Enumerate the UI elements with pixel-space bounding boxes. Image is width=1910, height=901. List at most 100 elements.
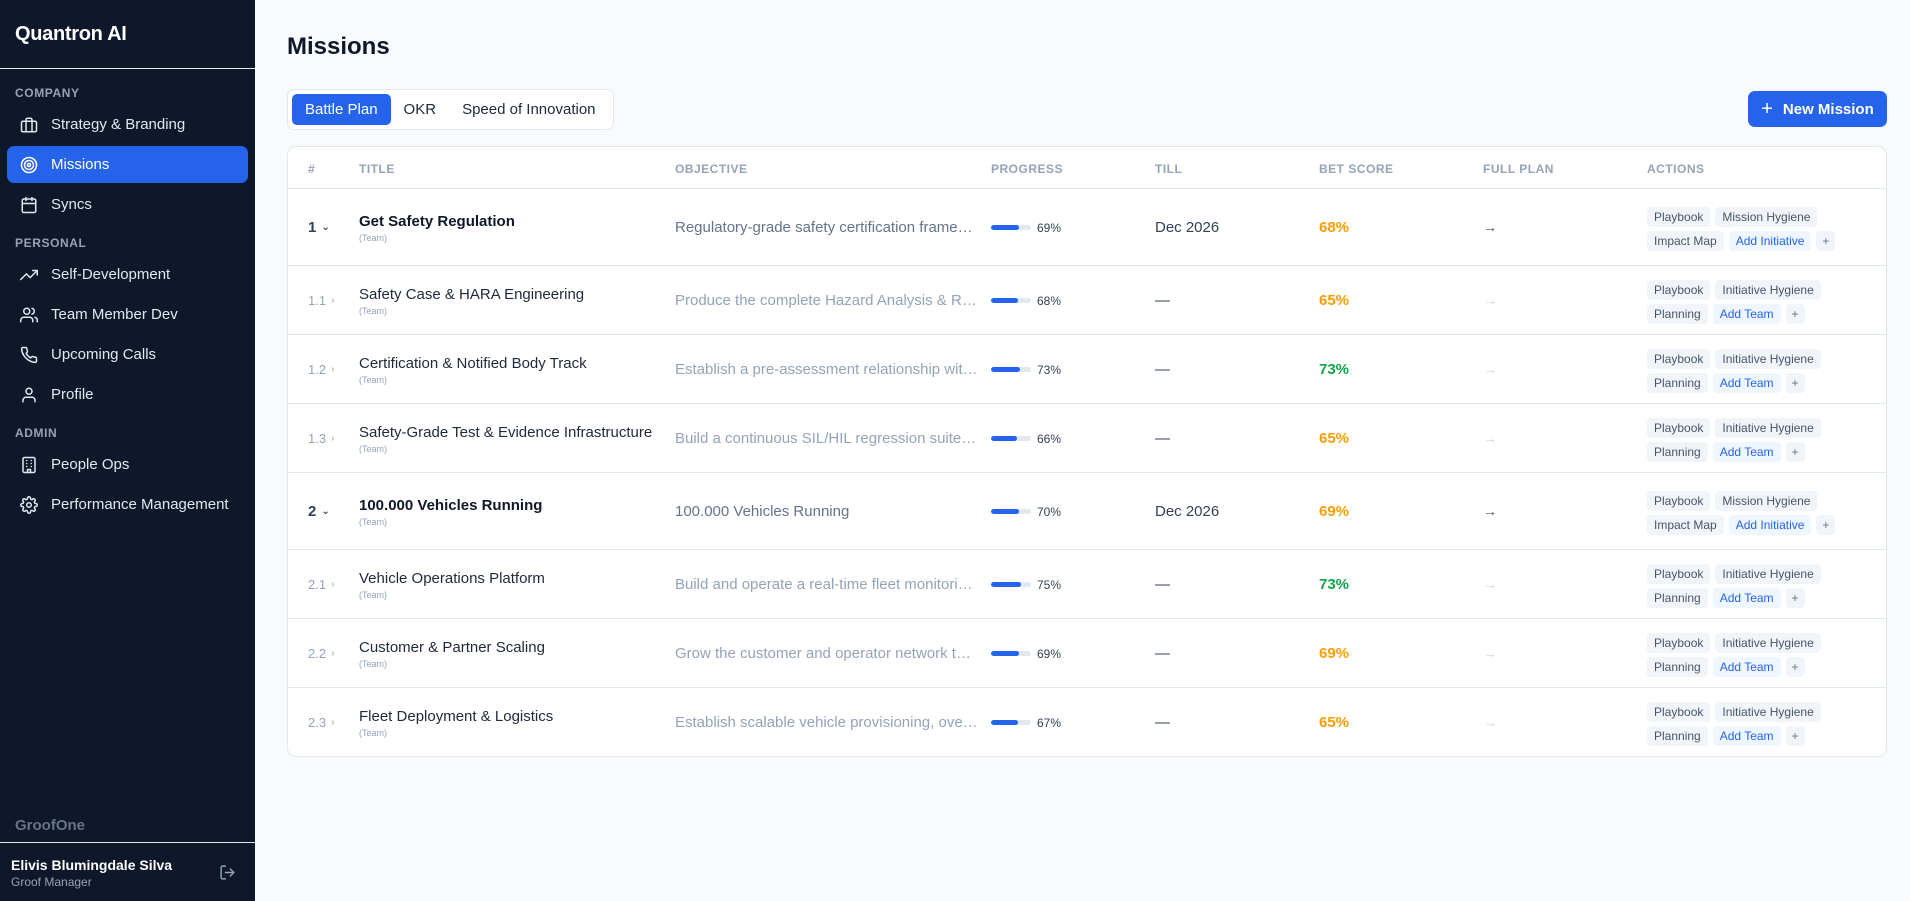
full-plan-arrow-icon[interactable]: →	[1483, 430, 1497, 446]
add-link-chip[interactable]: Add Team	[1712, 656, 1781, 677]
action-chip[interactable]: Playbook	[1647, 701, 1711, 722]
add-link-chip[interactable]: Add Team	[1712, 303, 1781, 324]
add-icon[interactable]: +	[1785, 725, 1805, 746]
add-link-chip[interactable]: Add Team	[1712, 372, 1781, 393]
col-header-title: TITLE	[359, 162, 395, 176]
row-number[interactable]: 1.3 ›	[308, 430, 334, 448]
action-chip[interactable]: Planning	[1647, 725, 1708, 746]
action-chip[interactable]: Planning	[1647, 372, 1708, 393]
table-row[interactable]: 2.2 › Customer & Partner Scaling (Team) …	[288, 619, 1886, 688]
full-plan-arrow-icon[interactable]: →	[1483, 292, 1497, 308]
add-icon[interactable]: +	[1785, 587, 1805, 608]
row-number[interactable]: 1 ⌄	[308, 219, 330, 237]
action-chip[interactable]: Playbook	[1647, 279, 1711, 300]
tab-battle-plan[interactable]: Battle Plan	[292, 94, 391, 125]
row-number[interactable]: 2.3 ›	[308, 714, 334, 732]
row-number[interactable]: 1.2 ›	[308, 361, 334, 379]
row-title-cell[interactable]: 100.000 Vehicles Running (Team)	[359, 497, 659, 527]
sidebar-item-self-development[interactable]: Self-Development	[7, 256, 248, 293]
col-header-bet-score: BET SCORE	[1319, 162, 1394, 176]
action-chip[interactable]: Playbook	[1647, 348, 1711, 369]
action-chip[interactable]: Playbook	[1647, 563, 1711, 584]
action-chip[interactable]: Impact Map	[1647, 230, 1724, 251]
row-title-cell[interactable]: Safety-Grade Test & Evidence Infrastruct…	[359, 424, 659, 454]
action-chip[interactable]: Playbook	[1647, 417, 1711, 438]
full-plan-arrow-icon[interactable]: →	[1483, 361, 1497, 377]
row-title-cell[interactable]: Vehicle Operations Platform (Team)	[359, 570, 659, 600]
tab-okr[interactable]: OKR	[391, 94, 450, 125]
sidebar-item-strategy-branding[interactable]: Strategy & Branding	[7, 106, 248, 143]
tab-speed-of-innovation[interactable]: Speed of Innovation	[449, 94, 608, 125]
section-label-admin: ADMIN	[15, 426, 58, 440]
full-plan-arrow-icon[interactable]: →	[1483, 645, 1497, 661]
row-number[interactable]: 1.1 ›	[308, 292, 334, 310]
row-number[interactable]: 2.1 ›	[308, 576, 334, 594]
action-chip[interactable]: Initiative Hygiene	[1715, 563, 1821, 584]
full-plan-arrow-icon[interactable]: →	[1483, 503, 1497, 519]
action-chip[interactable]: Playbook	[1647, 206, 1711, 227]
add-link-chip[interactable]: Add Initiative	[1728, 230, 1812, 251]
row-number[interactable]: 2 ⌄	[308, 503, 330, 521]
sidebar-item-performance-management[interactable]: Performance Management	[7, 486, 248, 523]
new-mission-button[interactable]: + New Mission	[1748, 91, 1887, 127]
row-till: —	[1155, 360, 1170, 378]
calendar-icon	[21, 196, 37, 213]
action-chip[interactable]: Mission Hygiene	[1715, 206, 1818, 227]
add-link-chip[interactable]: Add Team	[1712, 441, 1781, 462]
sidebar-item-people-ops[interactable]: People Ops	[7, 446, 248, 483]
add-link-chip[interactable]: Add Team	[1712, 587, 1781, 608]
sidebar-item-syncs[interactable]: Syncs	[7, 186, 248, 223]
row-title-cell[interactable]: Safety Case & HARA Engineering (Team)	[359, 286, 659, 316]
add-link-chip[interactable]: Add Initiative	[1728, 514, 1812, 535]
action-chip[interactable]: Impact Map	[1647, 514, 1724, 535]
row-owner: (Team)	[359, 589, 388, 600]
action-chip[interactable]: Planning	[1647, 441, 1708, 462]
table-row[interactable]: 1.1 › Safety Case & HARA Engineering (Te…	[288, 266, 1886, 335]
table-row[interactable]: 1.3 › Safety-Grade Test & Evidence Infra…	[288, 404, 1886, 473]
row-title-cell[interactable]: Customer & Partner Scaling (Team)	[359, 639, 659, 669]
action-chip[interactable]: Initiative Hygiene	[1715, 279, 1821, 300]
sidebar-item-missions[interactable]: Missions	[7, 146, 248, 183]
progress-bar-fill	[991, 225, 1019, 230]
table-row[interactable]: 2.3 › Fleet Deployment & Logistics (Team…	[288, 688, 1886, 756]
action-chip[interactable]: Playbook	[1647, 490, 1711, 511]
table-row[interactable]: 1 ⌄ Get Safety Regulation (Team) Regulat…	[288, 189, 1886, 266]
sidebar-item-team-member-dev[interactable]: Team Member Dev	[7, 296, 248, 333]
sidebar-item-profile[interactable]: Profile	[7, 376, 248, 413]
table-row[interactable]: 1.2 › Certification & Notified Body Trac…	[288, 335, 1886, 404]
add-icon[interactable]: +	[1785, 656, 1805, 677]
row-title-cell[interactable]: Certification & Notified Body Track (Tea…	[359, 355, 659, 385]
action-chip[interactable]: Playbook	[1647, 632, 1711, 653]
action-chip[interactable]: Planning	[1647, 587, 1708, 608]
add-icon[interactable]: +	[1785, 303, 1805, 324]
table-row[interactable]: 2.1 › Vehicle Operations Platform (Team)…	[288, 550, 1886, 619]
table-row[interactable]: 2 ⌄ 100.000 Vehicles Running (Team) 100.…	[288, 473, 1886, 550]
row-number[interactable]: 2.2 ›	[308, 645, 334, 663]
add-link-chip[interactable]: Add Team	[1712, 725, 1781, 746]
action-chip[interactable]: Initiative Hygiene	[1715, 632, 1821, 653]
row-title-cell[interactable]: Fleet Deployment & Logistics (Team)	[359, 708, 659, 738]
col-header-actions: ACTIONS	[1647, 162, 1705, 176]
logout-icon[interactable]	[219, 864, 236, 881]
full-plan-arrow-icon[interactable]: →	[1483, 714, 1497, 730]
add-icon[interactable]: +	[1816, 514, 1836, 535]
chip-row: Planning Add Team +	[1647, 587, 1847, 608]
sidebar-item-upcoming-calls[interactable]: Upcoming Calls	[7, 336, 248, 373]
add-icon[interactable]: +	[1785, 372, 1805, 393]
full-plan-arrow-icon[interactable]: →	[1483, 576, 1497, 592]
add-icon[interactable]: +	[1785, 441, 1805, 462]
action-chip[interactable]: Initiative Hygiene	[1715, 701, 1821, 722]
add-icon[interactable]: +	[1816, 230, 1836, 251]
row-owner: (Team)	[359, 658, 388, 669]
action-chip[interactable]: Planning	[1647, 303, 1708, 324]
action-chip[interactable]: Initiative Hygiene	[1715, 348, 1821, 369]
full-plan-arrow-icon[interactable]: →	[1483, 219, 1497, 235]
chevron-down-icon: ⌄	[321, 222, 330, 233]
action-chip[interactable]: Planning	[1647, 656, 1708, 677]
progress-value: 67%	[1037, 715, 1062, 730]
action-chip[interactable]: Mission Hygiene	[1715, 490, 1818, 511]
row-title-cell[interactable]: Get Safety Regulation (Team)	[359, 213, 659, 243]
row-title: Vehicle Operations Platform	[359, 569, 545, 587]
sidebar-item-label: Strategy & Branding	[51, 116, 186, 133]
action-chip[interactable]: Initiative Hygiene	[1715, 417, 1821, 438]
